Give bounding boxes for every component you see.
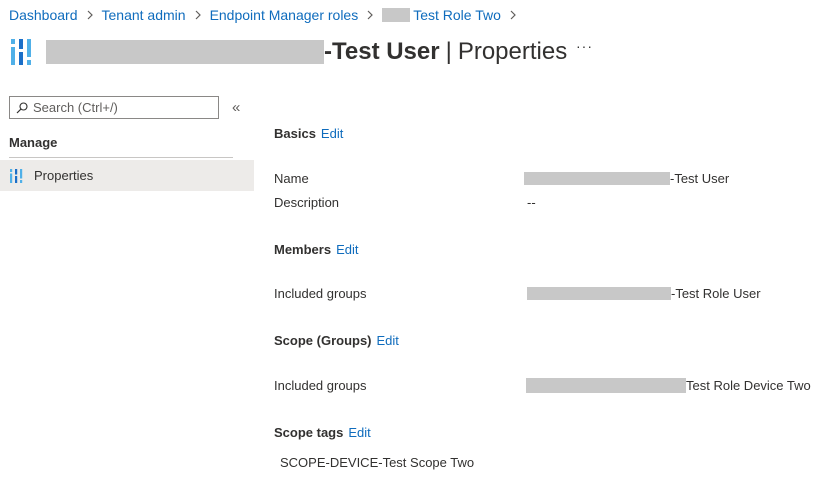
section-scope-groups-title: Scope (Groups) [274,333,372,348]
members-included-groups-label: Included groups [274,286,367,301]
scope-included-groups-value: Test Role Device Two [526,378,811,393]
description-value: -- [527,195,536,210]
search-input[interactable] [33,100,213,115]
name-value-text: -Test User [670,171,730,186]
breadcrumb-current-role[interactable]: Test Role Two [382,7,501,23]
sidebar-item-label: Properties [34,168,94,183]
page-title: -Test User | Properties [46,38,567,66]
edit-basics-link[interactable]: Edit [321,126,343,141]
search-icon [16,101,28,113]
chevron-right-icon [86,10,94,20]
breadcrumb: Dashboard Tenant admin Endpoint Manager … [9,6,525,24]
chevron-right-icon [509,10,517,20]
redacted-block [382,8,411,22]
redacted-block [524,172,670,185]
redacted-block [46,40,324,64]
search-box[interactable] [9,96,219,119]
edit-scope-tags-link[interactable]: Edit [348,425,370,440]
nav-divider [9,157,233,158]
redacted-block [527,287,671,300]
members-included-groups-text: -Test Role User [671,286,761,301]
chevron-right-icon [194,10,202,20]
sidebar-item-properties[interactable]: Properties [0,160,254,191]
collapse-nav-button[interactable]: « [232,99,240,116]
properties-icon [10,168,23,183]
chevron-right-icon [366,10,374,20]
section-members-title: Members [274,242,332,257]
section-basics-title: Basics [274,126,316,141]
nav-section-heading: Manage [9,135,58,150]
name-value: -Test User [524,171,729,186]
more-options-button[interactable]: ··· [576,38,593,54]
page-title-section: Properties [457,38,568,65]
section-basics: Basics Edit [274,126,343,141]
page-title-name: -Test User [324,38,440,65]
scope-included-groups-text: Test Role Device Two [686,378,811,393]
edit-scope-groups-link[interactable]: Edit [377,333,399,348]
description-label: Description [274,195,340,210]
name-label: Name [274,171,309,186]
page-header: -Test User | Properties [10,34,567,70]
breadcrumb-tenant-admin[interactable]: Tenant admin [102,7,186,23]
page-title-separator: | [445,38,452,65]
breadcrumb-dashboard[interactable]: Dashboard [9,7,78,23]
scope-tag-value: SCOPE-DEVICE-Test Scope Two [280,455,475,470]
edit-members-link[interactable]: Edit [336,242,358,257]
properties-icon [11,39,31,65]
breadcrumb-endpoint-manager-roles[interactable]: Endpoint Manager roles [210,7,359,23]
section-members: Members Edit [274,242,358,257]
section-scope-tags-title: Scope tags [274,425,344,440]
section-scope-groups: Scope (Groups) Edit [274,333,399,348]
scope-included-groups-label: Included groups [274,378,367,393]
breadcrumb-current-role-label: Test Role Two [413,7,501,23]
redacted-block [526,378,686,393]
members-included-groups-value: -Test Role User [527,286,761,301]
section-scope-tags: Scope tags Edit [274,425,371,440]
